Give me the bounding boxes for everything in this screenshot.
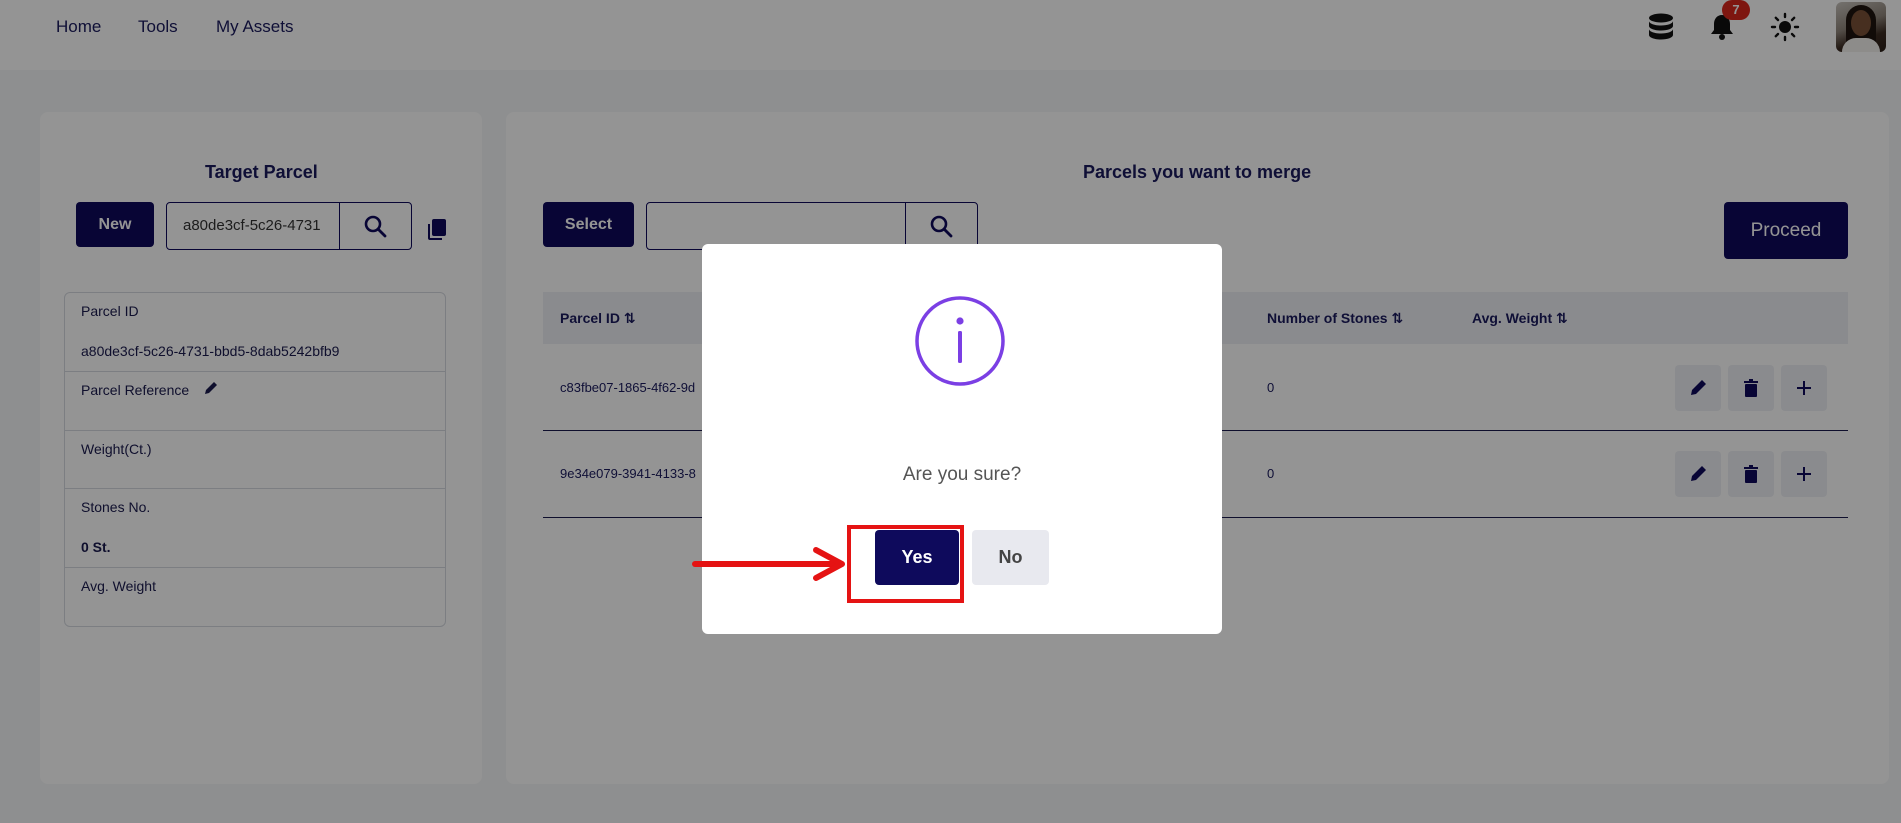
pointer-arrow-icon bbox=[692, 547, 845, 581]
info-icon bbox=[915, 296, 1005, 386]
highlight-box bbox=[847, 525, 964, 603]
confirm-message: Are you sure? bbox=[902, 464, 1022, 485]
no-button[interactable]: No bbox=[972, 530, 1049, 585]
